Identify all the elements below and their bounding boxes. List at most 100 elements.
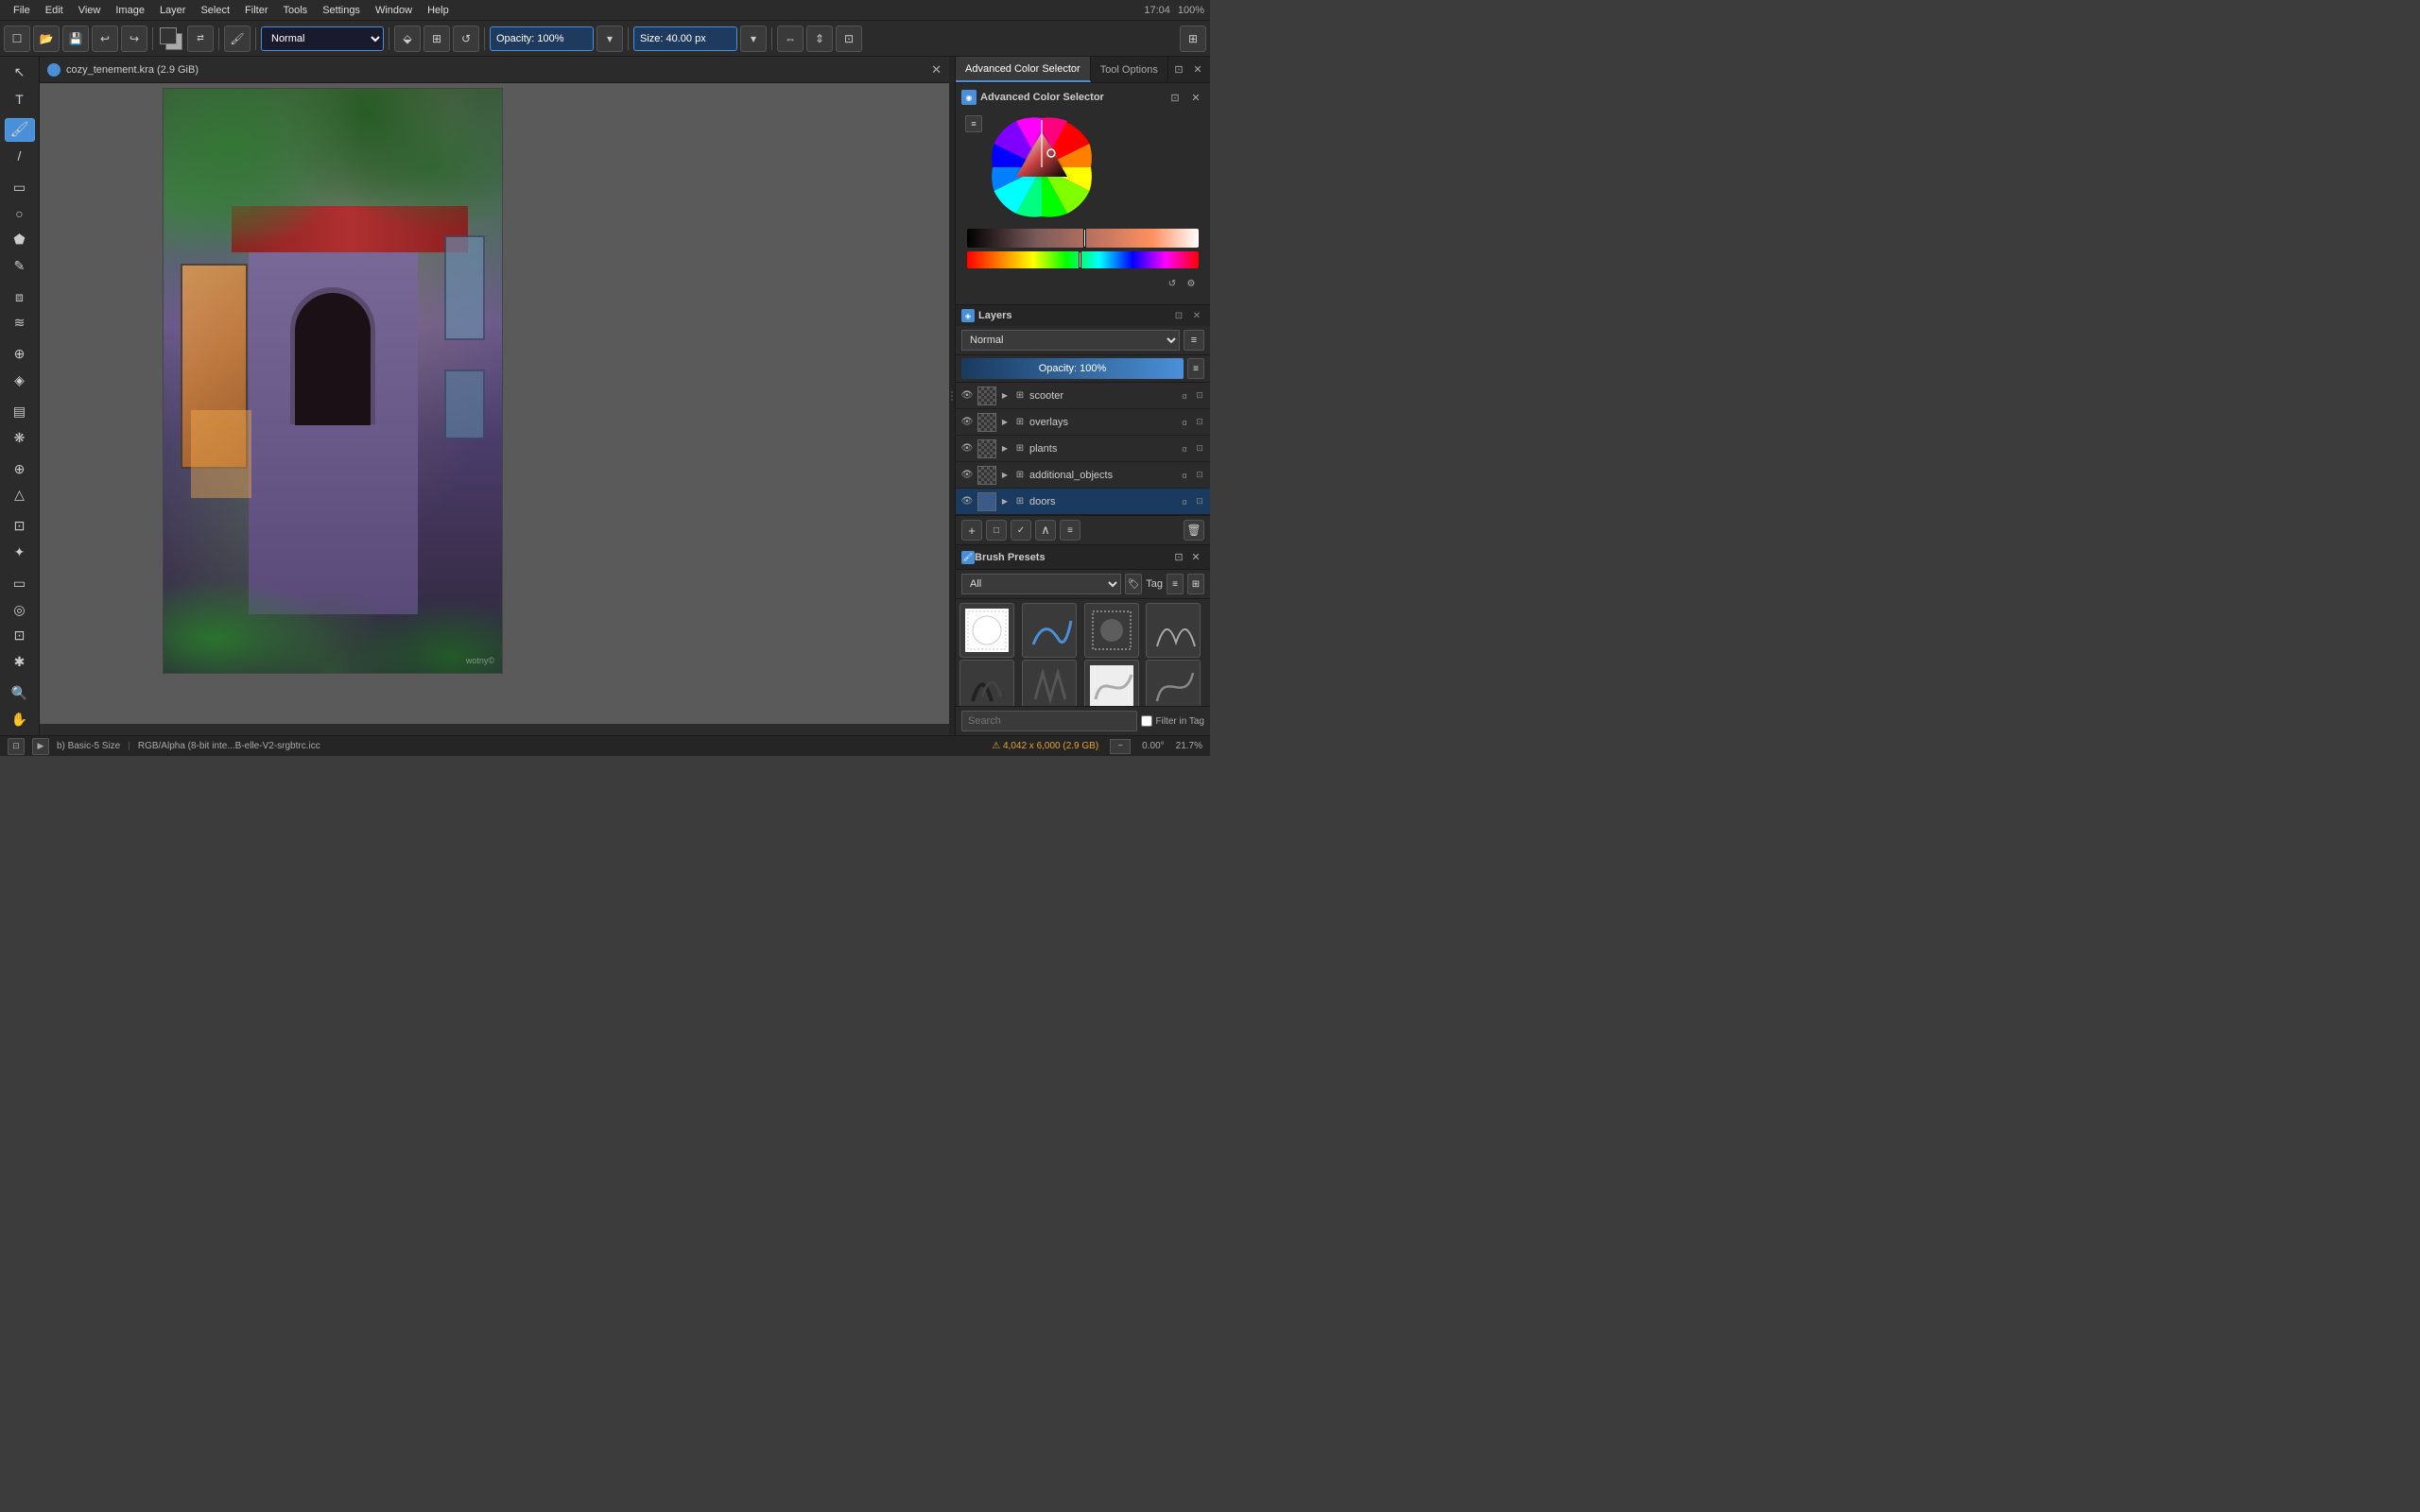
mirror-v-btn[interactable]: ⇕ <box>806 26 833 52</box>
layer-more-overlays[interactable]: ⊡ <box>1193 416 1206 429</box>
refresh-btn[interactable]: ↺ <box>453 26 479 52</box>
eraser-btn[interactable]: ⬙ <box>394 26 421 52</box>
menu-filter[interactable]: Filter <box>237 3 275 18</box>
panel-float-btn[interactable]: ⊡ <box>1170 61 1187 78</box>
rect-selection-tool[interactable]: ▭ <box>5 571 35 595</box>
layer-vis-doors[interactable]: 👁 <box>959 494 975 509</box>
rect-select-tool[interactable]: ▭ <box>5 175 35 199</box>
new-doc-btn[interactable]: ☐ <box>4 26 30 52</box>
layer-more-doors[interactable]: ⊡ <box>1193 495 1206 508</box>
brush-list-view-btn[interactable]: ≡ <box>1167 574 1184 594</box>
layer-more-scooter[interactable]: ⊡ <box>1193 389 1206 403</box>
zoom-out-btn[interactable]: − <box>1110 739 1131 754</box>
artwork[interactable]: wotny© <box>163 88 503 674</box>
brush-presets-close-btn[interactable]: ✕ <box>1187 549 1204 566</box>
size-field[interactable] <box>633 26 737 51</box>
transform-tool[interactable]: ⊕ <box>5 456 35 481</box>
layer-up-btn[interactable]: ∧ <box>1035 520 1056 541</box>
menu-edit[interactable]: Edit <box>38 3 71 18</box>
layer-alpha-lock-additional-objects[interactable]: α <box>1178 469 1191 482</box>
brush-item-2[interactable] <box>1022 603 1077 658</box>
layer-expand-additional-objects[interactable]: ▶ <box>999 470 1011 481</box>
fill-tool[interactable]: ◈ <box>5 369 35 393</box>
layer-style-btn[interactable]: ≡ <box>1060 520 1080 541</box>
layer-row-overlays[interactable]: 👁 ▶ ⊞ overlays α ⊡ <box>956 409 1210 436</box>
layer-alpha-lock-plants[interactable]: α <box>1178 442 1191 455</box>
layer-alpha-lock-scooter[interactable]: α <box>1178 389 1191 403</box>
layers-float-btn[interactable]: ⊡ <box>1171 308 1186 323</box>
alpha-lock-btn[interactable]: ⊞ <box>424 26 450 52</box>
zoom-tool[interactable]: 🔍 <box>5 681 35 706</box>
menu-settings[interactable]: Settings <box>315 3 368 18</box>
layer-row-plants[interactable]: 👁 ▶ ⊞ plants α ⊡ <box>956 436 1210 462</box>
color-swap-btn[interactable]: ⇄ <box>187 26 214 52</box>
brush-presets-filter-select[interactable]: All <box>961 574 1121 594</box>
brush-presets-float-btn[interactable]: ⊡ <box>1170 549 1187 566</box>
menu-tools[interactable]: Tools <box>276 3 316 18</box>
gradient-tool[interactable]: ▤ <box>5 400 35 424</box>
filter-in-tag-checkbox[interactable] <box>1141 715 1152 727</box>
brush-item-8[interactable] <box>1146 660 1201 706</box>
menu-layer[interactable]: Layer <box>152 3 194 18</box>
fg-bg-colors[interactable] <box>158 26 184 52</box>
open-btn[interactable]: 📂 <box>33 26 60 52</box>
menu-file[interactable]: File <box>6 3 38 18</box>
layer-blend-select[interactable]: Normal <box>961 330 1180 351</box>
filter-in-tag-label[interactable]: Filter in Tag <box>1141 715 1204 727</box>
statusbar-record-btn[interactable]: ▶ <box>32 738 49 755</box>
contiguous-area-tool[interactable]: ⊡ <box>5 624 35 648</box>
layer-merge-btn[interactable]: ✓ <box>1011 520 1031 541</box>
brightness-cursor[interactable] <box>1083 229 1086 248</box>
layer-more-plants[interactable]: ⊡ <box>1193 442 1206 455</box>
size-down-btn[interactable]: ▾ <box>740 26 767 52</box>
brush-item-4[interactable] <box>1146 603 1201 658</box>
brush-item-3[interactable] <box>1084 603 1139 658</box>
layout-btn[interactable]: ⊞ <box>1180 26 1206 52</box>
layer-row-additional-objects[interactable]: 👁 ▶ ⊞ additional_objects α ⊡ <box>956 462 1210 489</box>
gradient-map-icon[interactable]: ≡ <box>965 115 982 132</box>
brush-preset-btn[interactable]: 🖌 <box>224 26 251 52</box>
colorpicker-tool[interactable]: ⊕ <box>5 342 35 367</box>
canvas-close-btn[interactable]: ✕ <box>931 62 942 77</box>
line-tool[interactable]: / <box>5 144 35 168</box>
color-wheel-svg[interactable] <box>990 115 1094 219</box>
opacity-bar[interactable]: Opacity: 100% <box>961 358 1184 379</box>
color-selector-close-btn[interactable]: ✕ <box>1187 89 1204 106</box>
canvas-scrollbar-h[interactable] <box>40 724 949 735</box>
layers-filter-btn[interactable]: ≡ <box>1184 330 1204 351</box>
tab-advanced-color-selector[interactable]: Advanced Color Selector <box>956 57 1091 82</box>
redo-btn[interactable]: ↪ <box>121 26 147 52</box>
opacity-menu-btn[interactable]: ≡ <box>1187 358 1204 379</box>
mirror-h-btn[interactable]: ⇔ <box>777 26 804 52</box>
smudge-tool[interactable]: ⊡ <box>5 514 35 539</box>
opacity-down-btn[interactable]: ▾ <box>596 26 623 52</box>
color-selector-float-btn[interactable]: ⊡ <box>1167 89 1184 106</box>
menu-image[interactable]: Image <box>108 3 152 18</box>
brush-search-input[interactable] <box>961 711 1137 731</box>
tab-tool-options[interactable]: Tool Options <box>1091 57 1168 82</box>
measure-tool[interactable]: △ <box>5 483 35 507</box>
layer-row-doors[interactable]: 👁 ▶ ⊞ doors α ⊡ <box>956 489 1210 515</box>
bezier-selection-tool[interactable]: ✱ <box>5 650 35 675</box>
undo-btn[interactable]: ↩ <box>92 26 118 52</box>
menu-window[interactable]: Window <box>368 3 420 18</box>
layer-expand-doors[interactable]: ▶ <box>999 496 1011 507</box>
opacity-field[interactable] <box>490 26 594 51</box>
panel-close-btn[interactable]: ✕ <box>1189 61 1206 78</box>
canvas-content[interactable]: wotny© <box>40 83 949 735</box>
ellipse-tool[interactable]: ○ <box>5 201 35 226</box>
polygon-tool[interactable]: ⬟ <box>5 228 35 252</box>
color-wheel-container[interactable] <box>990 115 1094 219</box>
brush-item-5[interactable] <box>959 660 1014 706</box>
layer-vis-additional-objects[interactable]: 👁 <box>959 468 975 483</box>
layer-more-additional-objects[interactable]: ⊡ <box>1193 469 1206 482</box>
layers-section-header[interactable]: ◈ Layers ⊡ ✕ <box>956 305 1210 326</box>
layer-expand-scooter[interactable]: ▶ <box>999 390 1011 402</box>
multibrush-tool[interactable]: ❋ <box>5 425 35 450</box>
brush-grid-view-btn[interactable]: ⊞ <box>1187 574 1204 594</box>
hue-bar[interactable] <box>967 251 1199 268</box>
layer-expand-overlays[interactable]: ▶ <box>999 417 1011 428</box>
layer-vis-scooter[interactable]: 👁 <box>959 388 975 404</box>
layer-delete-btn[interactable]: 🗑 <box>1184 520 1204 541</box>
layer-vis-plants[interactable]: 👁 <box>959 441 975 456</box>
